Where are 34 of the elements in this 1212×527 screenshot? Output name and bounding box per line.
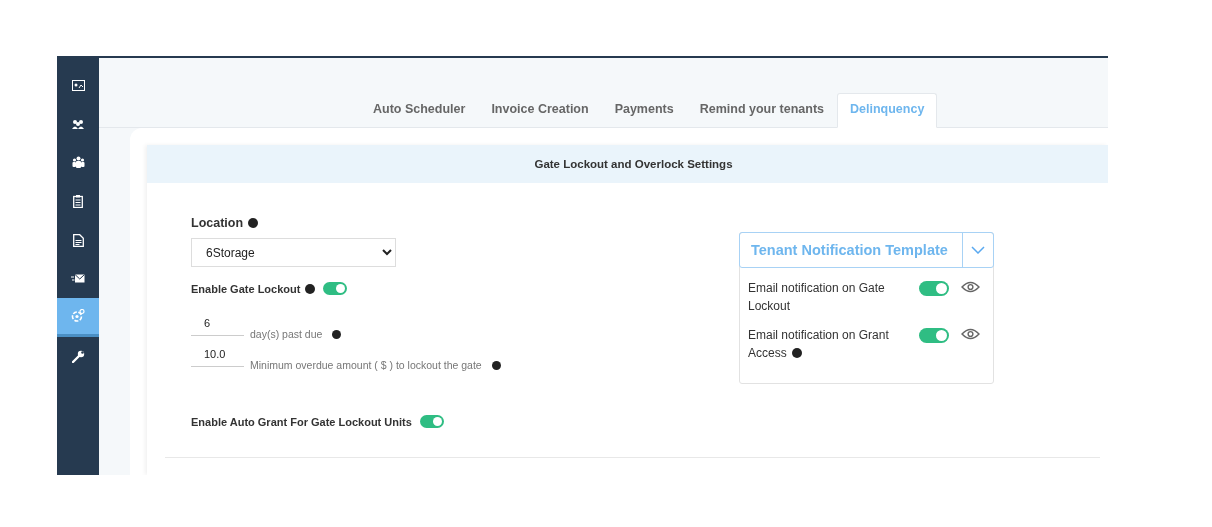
days-label: day(s) past due — [250, 328, 323, 340]
tab[interactable]: Payments — [601, 93, 687, 127]
settings-icon — [71, 309, 85, 323]
group-icon — [71, 156, 85, 170]
info-icon — [332, 330, 342, 339]
dashboard-icon — [71, 79, 85, 91]
mail-icon — [71, 274, 85, 284]
amount-field[interactable]: 10.0 — [191, 348, 244, 367]
auto-grant-toggle[interactable] — [419, 415, 444, 428]
notification-label: Email notification on Gate Lockout — [748, 280, 886, 315]
wrench-icon — [71, 349, 85, 363]
clipboard-icon — [73, 194, 83, 208]
tab[interactable]: Auto Scheduler — [360, 93, 479, 127]
gate-lockout-toggle[interactable] — [323, 282, 348, 295]
info-icon — [305, 283, 316, 294]
caret-icon — [971, 246, 985, 254]
tab[interactable]: Invoice Creation — [478, 93, 602, 127]
location-select[interactable]: 6Storage — [191, 238, 396, 267]
eye-icon[interactable] — [961, 281, 980, 293]
days-field[interactable]: 6 — [191, 317, 244, 336]
panel-title: Gate Lockout and Overlock Settings — [534, 158, 733, 170]
auto-grant-label: Enable Auto Grant For Gate Lockout Units — [191, 415, 412, 428]
amount-label: Minimum overdue amount ( $ ) to lockout the gate — [250, 359, 482, 371]
users-icon — [71, 118, 85, 130]
notification-label: Email notification on Grant Access — [748, 327, 890, 362]
info-icon — [248, 218, 259, 228]
document-icon — [72, 233, 84, 247]
eye-icon[interactable] — [961, 328, 980, 340]
notification-toggle[interactable] — [919, 281, 949, 296]
info-icon — [491, 361, 501, 370]
tab[interactable]: Remind your tenants — [686, 93, 837, 127]
location-label: Location — [191, 216, 244, 230]
notification-toggle[interactable] — [919, 328, 949, 343]
gate-lockout-label: Enable Gate Lockout — [191, 282, 301, 295]
